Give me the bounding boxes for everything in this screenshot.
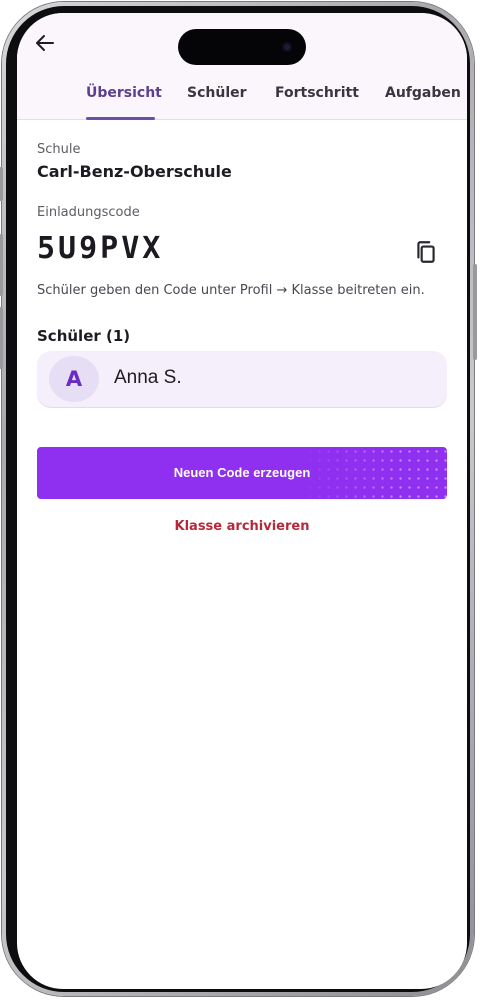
student-name: Anna S. xyxy=(114,367,182,388)
camera-icon xyxy=(282,42,292,52)
school-label: Schule xyxy=(37,142,81,157)
school-name: Carl-Benz-Oberschule xyxy=(37,162,232,181)
students-section-title: Schüler (1) xyxy=(37,327,131,345)
app-screen: Übersicht Schüler Fortschritt Aufgaben S… xyxy=(17,13,467,989)
phone-frame: Übersicht Schüler Fortschritt Aufgaben S… xyxy=(0,2,477,996)
invite-code: 5U9PVX xyxy=(37,231,164,266)
app-header: Übersicht Schüler Fortschritt Aufgaben xyxy=(17,13,467,120)
generate-new-code-button[interactable]: Neuen Code erzeugen xyxy=(37,447,447,499)
active-tab-indicator xyxy=(86,117,155,120)
side-button xyxy=(0,307,3,369)
avatar-initial: A xyxy=(65,367,83,391)
tab-bar: Übersicht Schüler Fortschritt Aufgaben xyxy=(17,75,467,120)
side-button xyxy=(0,234,3,296)
copy-icon[interactable] xyxy=(413,239,439,265)
student-list-item[interactable]: A Anna S. xyxy=(37,351,447,407)
tab-tasks[interactable]: Aufgaben xyxy=(385,85,461,101)
side-button xyxy=(473,264,477,360)
tab-overview[interactable]: Übersicht xyxy=(86,85,162,101)
tab-progress[interactable]: Fortschritt xyxy=(275,85,359,101)
arrow-left-icon[interactable] xyxy=(33,31,57,55)
dynamic-island xyxy=(178,29,306,65)
side-button xyxy=(0,167,3,201)
avatar: A xyxy=(49,356,99,402)
invite-code-label: Einladungscode xyxy=(37,205,140,220)
invite-code-hint: Schüler geben den Code unter Profil → Kl… xyxy=(37,283,425,298)
archive-class-link[interactable]: Klasse archivieren xyxy=(17,519,467,534)
generate-new-code-label: Neuen Code erzeugen xyxy=(173,465,311,480)
tab-students[interactable]: Schüler xyxy=(187,85,247,101)
